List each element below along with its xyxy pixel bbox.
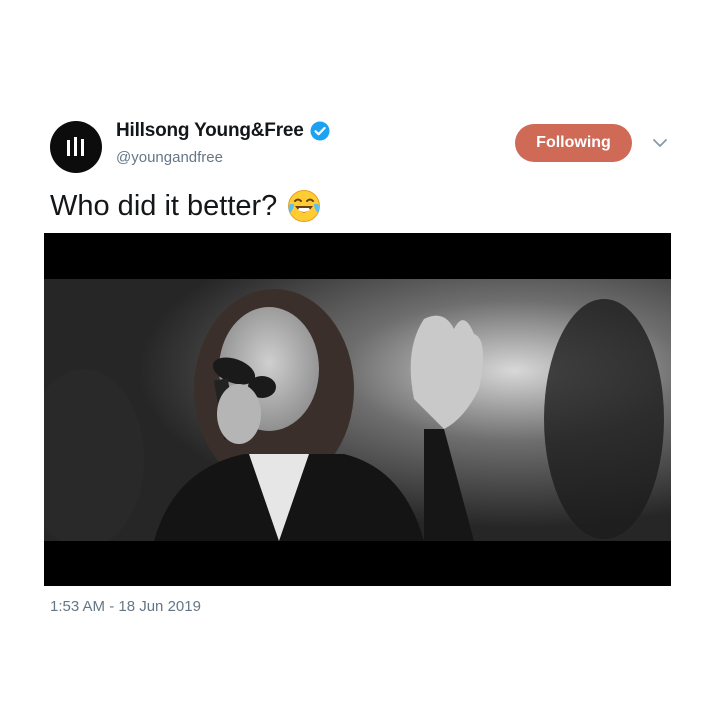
chevron-down-icon[interactable] [652,137,668,149]
author-name[interactable]: Hillsong Young&Free [116,120,304,142]
tweet-card: Hillsong Young&Free @youngandfree Follow… [0,0,720,720]
face-with-tears-of-joy-icon [288,190,321,222]
author-name-row: Hillsong Young&Free [116,120,330,142]
author-handle[interactable]: @youngandfree [116,149,223,166]
video-still [44,279,671,541]
tweet-video[interactable] [44,233,671,586]
tweet-text-content: Who did it better? [50,189,278,222]
following-button[interactable]: Following [515,124,632,162]
avatar[interactable] [50,121,102,173]
video-frame [44,279,671,541]
tweet-text: Who did it better? [50,189,321,223]
hillsong-logo-icon [67,137,84,156]
verified-badge-icon [310,121,330,141]
timestamp[interactable]: 1:53 AM - 18 Jun 2019 [50,598,201,615]
